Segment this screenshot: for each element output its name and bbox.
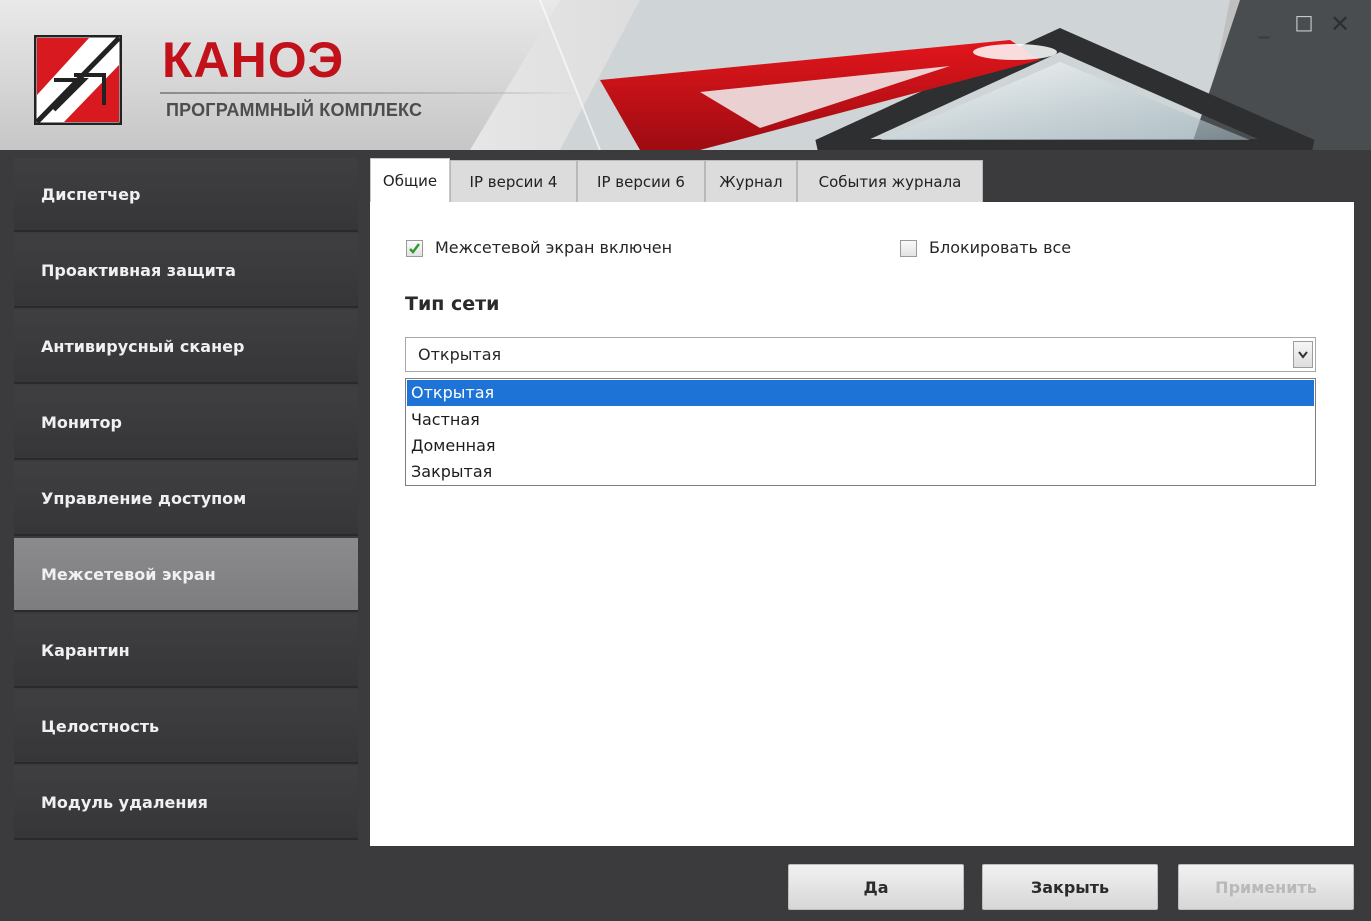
block-all-checkbox[interactable] (900, 240, 917, 257)
close-window-button[interactable]: ✕ (1326, 10, 1354, 38)
network-type-title: Тип сети (405, 293, 500, 315)
network-type-value: Открытая (418, 345, 502, 364)
firewall-enabled-checkbox[interactable] (406, 240, 423, 257)
sidebar-item-quarantine[interactable]: Карантин (14, 614, 358, 688)
sidebar-item-label: Модуль удаления (41, 792, 208, 812)
sidebar-item-label: Диспетчер (41, 184, 141, 204)
block-all-label[interactable]: Блокировать все (929, 238, 1071, 257)
sidebar-item-label: Карантин (41, 640, 130, 660)
minimize-button[interactable]: _ (1250, 14, 1278, 42)
network-type-select[interactable]: Открытая (405, 337, 1316, 372)
sidebar-item-label: Управление доступом (41, 488, 247, 508)
tab-log[interactable]: Журнал (705, 160, 797, 202)
content-panel (370, 202, 1354, 846)
sidebar-item-integrity[interactable]: Целостность (14, 690, 358, 764)
maximize-button[interactable]: □ (1290, 10, 1318, 38)
sidebar-item-label: Межсетевой экран (41, 564, 216, 584)
chevron-down-icon[interactable] (1293, 341, 1313, 368)
app-subtitle: ПРОГРАММНЫЙ КОМПЛЕКС (166, 100, 423, 120)
close-button[interactable]: Закрыть (982, 864, 1158, 910)
tab-general[interactable]: Общие (370, 158, 450, 202)
sidebar-item-dispatcher[interactable]: Диспетчер (14, 158, 358, 232)
option-open[interactable]: Открытая (407, 380, 1314, 406)
sidebar-item-label: Целостность (41, 716, 160, 736)
firewall-enabled-label[interactable]: Межсетевой экран включен (435, 238, 672, 257)
sidebar-item-label: Антивирусный сканер (41, 336, 245, 356)
apply-button[interactable]: Применить (1178, 864, 1354, 910)
tab-ipv6[interactable]: IP версии 6 (577, 160, 705, 202)
sidebar-item-access-control[interactable]: Управление доступом (14, 462, 358, 536)
network-type-dropdown-list[interactable]: Открытая Частная Доменная Закрытая (405, 378, 1316, 486)
tab-ipv4[interactable]: IP версии 4 (450, 160, 577, 202)
app-title: КАНОЭ (162, 32, 345, 88)
sidebar-item-label: Проактивная защита (41, 260, 236, 280)
sidebar-item-monitor[interactable]: Монитор (14, 386, 358, 460)
sidebar-item-firewall[interactable]: Межсетевой экран (14, 538, 358, 612)
subtitle-divider (160, 92, 580, 94)
option-private[interactable]: Частная (407, 407, 1314, 433)
kanoe-logo (34, 35, 122, 125)
sidebar-item-removal-module[interactable]: Модуль удаления (14, 766, 358, 840)
sidebar: Диспетчер Проактивная защита Антивирусны… (14, 158, 358, 848)
app-header: КАНОЭ ПРОГРАММНЫЙ КОМПЛЕКС _ □ ✕ (0, 0, 1371, 150)
checkmark-icon (409, 243, 420, 254)
sidebar-item-antivirus-scanner[interactable]: Антивирусный сканер (14, 310, 358, 384)
sidebar-item-proactive-protection[interactable]: Проактивная защита (14, 234, 358, 308)
ok-button[interactable]: Да (788, 864, 964, 910)
sidebar-item-label: Монитор (41, 412, 122, 432)
option-closed[interactable]: Закрытая (407, 459, 1314, 485)
option-domain[interactable]: Доменная (407, 433, 1314, 459)
tab-log-events[interactable]: События журнала (797, 160, 983, 202)
